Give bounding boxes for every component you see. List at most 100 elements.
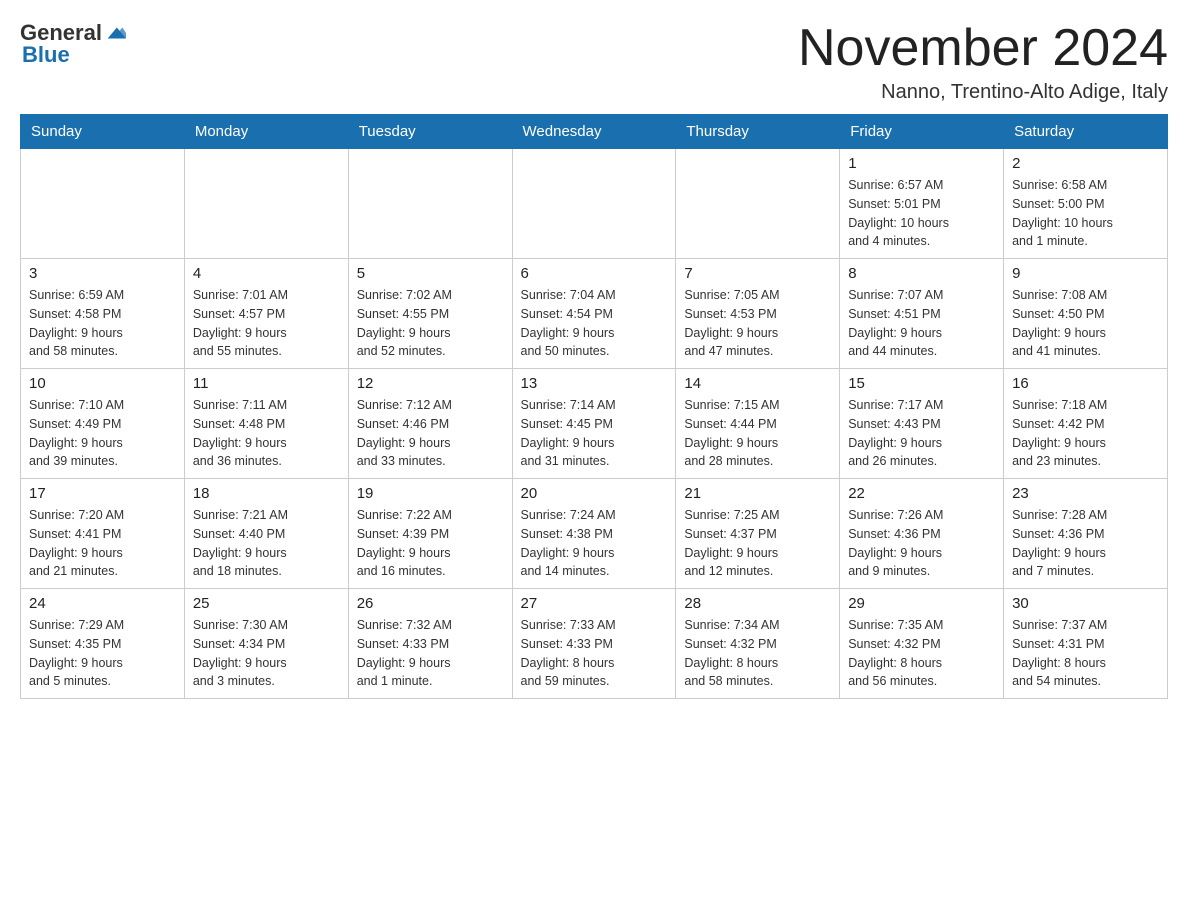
day-number: 30 xyxy=(1012,595,1159,612)
day-info: Sunrise: 7:22 AM Sunset: 4:39 PM Dayligh… xyxy=(357,506,504,581)
day-number: 28 xyxy=(684,595,831,612)
calendar-cell: 24Sunrise: 7:29 AM Sunset: 4:35 PM Dayli… xyxy=(21,589,185,699)
day-info: Sunrise: 7:05 AM Sunset: 4:53 PM Dayligh… xyxy=(684,286,831,361)
weekday-header-tuesday: Tuesday xyxy=(348,115,512,149)
page-header: General Blue November 2024 Nanno, Trenti… xyxy=(20,20,1168,104)
day-number: 13 xyxy=(521,375,668,392)
day-number: 27 xyxy=(521,595,668,612)
day-number: 26 xyxy=(357,595,504,612)
calendar-cell: 14 Sunrise: 7:15 AM Sunset: 4:44 PM Dayli… xyxy=(676,369,840,479)
calendar-cell: 1 Sunrise: 6:57 AM Sunset: 5:01 PM Daylig… xyxy=(840,149,1004,259)
week-row-1: 1 Sunrise: 6:57 AM Sunset: 5:01 PM Daylig… xyxy=(21,149,1168,259)
weekday-header-row: SundayMondayTuesdayWednesdayThursdayFrid… xyxy=(21,115,1168,149)
calendar-cell: 3Sunrise: 6:59 AM Sunset: 4:58 PM Daylig… xyxy=(21,259,185,369)
calendar-cell: 26 Sunrise: 7:32 AM Sunset: 4:33 PM Dayli… xyxy=(348,589,512,699)
calendar-table: SundayMondayTuesdayWednesdayThursdayFrid… xyxy=(20,114,1168,699)
day-number: 16 xyxy=(1012,375,1159,392)
day-number: 18 xyxy=(193,485,340,502)
day-number: 9 xyxy=(1012,265,1159,282)
day-info: Sunrise: 7:18 AM Sunset: 4:42 PM Dayligh… xyxy=(1012,396,1159,471)
calendar-cell: 7 Sunrise: 7:05 AM Sunset: 4:53 PM Daylig… xyxy=(676,259,840,369)
weekday-header-friday: Friday xyxy=(840,115,1004,149)
day-number: 25 xyxy=(193,595,340,612)
calendar-cell: 30Sunrise: 7:37 AM Sunset: 4:31 PM Dayli… xyxy=(1004,589,1168,699)
day-number: 2 xyxy=(1012,155,1159,172)
day-info: Sunrise: 7:30 AM Sunset: 4:34 PM Dayligh… xyxy=(193,616,340,691)
calendar-cell: 28 Sunrise: 7:34 AM Sunset: 4:32 PM Dayli… xyxy=(676,589,840,699)
day-number: 20 xyxy=(521,485,668,502)
calendar-cell: 11Sunrise: 7:11 AM Sunset: 4:48 PM Dayli… xyxy=(184,369,348,479)
day-info: Sunrise: 7:32 AM Sunset: 4:33 PM Dayligh… xyxy=(357,616,504,691)
day-info: Sunrise: 7:28 AM Sunset: 4:36 PM Dayligh… xyxy=(1012,506,1159,581)
day-info: Sunrise: 7:15 AM Sunset: 4:44 PM Dayligh… xyxy=(684,396,831,471)
day-number: 29 xyxy=(848,595,995,612)
calendar-cell: 10 Sunrise: 7:10 AM Sunset: 4:49 PM Dayli… xyxy=(21,369,185,479)
day-number: 24 xyxy=(29,595,176,612)
weekday-header-saturday: Saturday xyxy=(1004,115,1168,149)
day-info: Sunrise: 7:34 AM Sunset: 4:32 PM Dayligh… xyxy=(684,616,831,691)
calendar-cell xyxy=(184,149,348,259)
calendar-cell: 6Sunrise: 7:04 AM Sunset: 4:54 PM Daylig… xyxy=(512,259,676,369)
day-number: 22 xyxy=(848,485,995,502)
day-number: 15 xyxy=(848,375,995,392)
week-row-3: 10 Sunrise: 7:10 AM Sunset: 4:49 PM Dayli… xyxy=(21,369,1168,479)
day-info: Sunrise: 7:07 AM Sunset: 4:51 PM Dayligh… xyxy=(848,286,995,361)
day-number: 7 xyxy=(684,265,831,282)
day-info: Sunrise: 7:04 AM Sunset: 4:54 PM Dayligh… xyxy=(521,286,668,361)
calendar-cell: 17Sunrise: 7:20 AM Sunset: 4:41 PM Dayli… xyxy=(21,479,185,589)
logo: General Blue xyxy=(20,20,126,68)
calendar-cell: 25 Sunrise: 7:30 AM Sunset: 4:34 PM Dayli… xyxy=(184,589,348,699)
week-row-5: 24Sunrise: 7:29 AM Sunset: 4:35 PM Dayli… xyxy=(21,589,1168,699)
day-info: Sunrise: 7:14 AM Sunset: 4:45 PM Dayligh… xyxy=(521,396,668,471)
day-number: 11 xyxy=(193,375,340,392)
calendar-cell: 12 Sunrise: 7:12 AM Sunset: 4:46 PM Dayli… xyxy=(348,369,512,479)
calendar-cell: 4Sunrise: 7:01 AM Sunset: 4:57 PM Daylig… xyxy=(184,259,348,369)
calendar-cell: 13 Sunrise: 7:14 AM Sunset: 4:45 PM Dayli… xyxy=(512,369,676,479)
day-number: 23 xyxy=(1012,485,1159,502)
location: Nanno, Trentino-Alto Adige, Italy xyxy=(798,81,1168,104)
day-info: Sunrise: 6:57 AM Sunset: 5:01 PM Dayligh… xyxy=(848,176,995,251)
day-number: 17 xyxy=(29,485,176,502)
day-info: Sunrise: 6:58 AM Sunset: 5:00 PM Dayligh… xyxy=(1012,176,1159,251)
day-info: Sunrise: 7:10 AM Sunset: 4:49 PM Dayligh… xyxy=(29,396,176,471)
calendar-cell: 20 Sunrise: 7:24 AM Sunset: 4:38 PM Dayli… xyxy=(512,479,676,589)
calendar-cell: 19 Sunrise: 7:22 AM Sunset: 4:39 PM Dayli… xyxy=(348,479,512,589)
day-number: 1 xyxy=(848,155,995,172)
calendar-cell: 8 Sunrise: 7:07 AM Sunset: 4:51 PM Daylig… xyxy=(840,259,1004,369)
day-info: Sunrise: 7:35 AM Sunset: 4:32 PM Dayligh… xyxy=(848,616,995,691)
day-info: Sunrise: 7:33 AM Sunset: 4:33 PM Dayligh… xyxy=(521,616,668,691)
calendar-cell: 29 Sunrise: 7:35 AM Sunset: 4:32 PM Dayli… xyxy=(840,589,1004,699)
day-info: Sunrise: 7:26 AM Sunset: 4:36 PM Dayligh… xyxy=(848,506,995,581)
weekday-header-wednesday: Wednesday xyxy=(512,115,676,149)
day-info: Sunrise: 7:21 AM Sunset: 4:40 PM Dayligh… xyxy=(193,506,340,581)
day-info: Sunrise: 7:25 AM Sunset: 4:37 PM Dayligh… xyxy=(684,506,831,581)
day-number: 4 xyxy=(193,265,340,282)
month-title: November 2024 xyxy=(798,20,1168,77)
calendar-cell: 15 Sunrise: 7:17 AM Sunset: 4:43 PM Dayli… xyxy=(840,369,1004,479)
day-info: Sunrise: 7:24 AM Sunset: 4:38 PM Dayligh… xyxy=(521,506,668,581)
day-number: 14 xyxy=(684,375,831,392)
day-number: 12 xyxy=(357,375,504,392)
title-section: November 2024 Nanno, Trentino-Alto Adige… xyxy=(798,20,1168,104)
calendar-cell: 9 Sunrise: 7:08 AM Sunset: 4:50 PM Daylig… xyxy=(1004,259,1168,369)
calendar-cell: 16 Sunrise: 7:18 AM Sunset: 4:42 PM Dayli… xyxy=(1004,369,1168,479)
calendar-cell xyxy=(21,149,185,259)
weekday-header-sunday: Sunday xyxy=(21,115,185,149)
day-number: 10 xyxy=(29,375,176,392)
calendar-cell: 5Sunrise: 7:02 AM Sunset: 4:55 PM Daylig… xyxy=(348,259,512,369)
day-number: 19 xyxy=(357,485,504,502)
day-number: 8 xyxy=(848,265,995,282)
calendar-cell xyxy=(512,149,676,259)
day-info: Sunrise: 7:17 AM Sunset: 4:43 PM Dayligh… xyxy=(848,396,995,471)
day-info: Sunrise: 7:08 AM Sunset: 4:50 PM Dayligh… xyxy=(1012,286,1159,361)
calendar-cell: 21Sunrise: 7:25 AM Sunset: 4:37 PM Dayli… xyxy=(676,479,840,589)
calendar-cell: 2 Sunrise: 6:58 AM Sunset: 5:00 PM Daylig… xyxy=(1004,149,1168,259)
week-row-4: 17Sunrise: 7:20 AM Sunset: 4:41 PM Dayli… xyxy=(21,479,1168,589)
weekday-header-monday: Monday xyxy=(184,115,348,149)
calendar-cell xyxy=(676,149,840,259)
weekday-header-thursday: Thursday xyxy=(676,115,840,149)
day-info: Sunrise: 6:59 AM Sunset: 4:58 PM Dayligh… xyxy=(29,286,176,361)
day-info: Sunrise: 7:12 AM Sunset: 4:46 PM Dayligh… xyxy=(357,396,504,471)
calendar-cell: 27 Sunrise: 7:33 AM Sunset: 4:33 PM Dayli… xyxy=(512,589,676,699)
day-info: Sunrise: 7:02 AM Sunset: 4:55 PM Dayligh… xyxy=(357,286,504,361)
